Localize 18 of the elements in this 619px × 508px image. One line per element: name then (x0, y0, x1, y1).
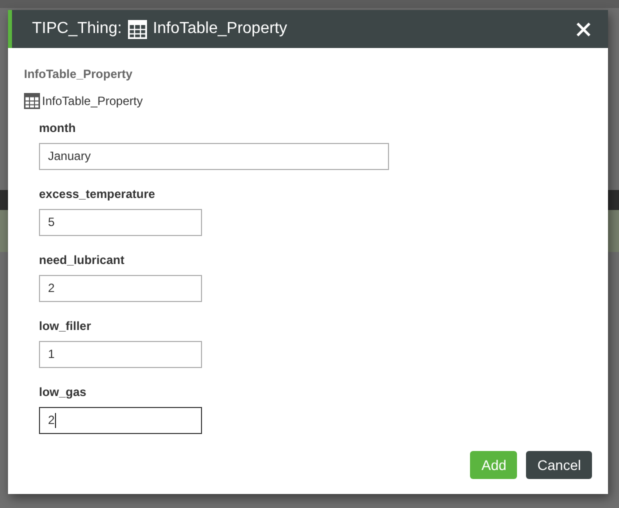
input-field[interactable]: 5 (39, 209, 202, 236)
input-field[interactable]: 1 (39, 341, 202, 368)
field-label: month (39, 121, 77, 135)
cancel-button[interactable]: Cancel (526, 451, 592, 479)
field-label: excess_temperature (39, 187, 156, 201)
dialog-title-prefix: TIPC_Thing: (32, 20, 122, 38)
tree-item[interactable]: InfoTable_Property (42, 94, 143, 108)
table-icon (128, 20, 147, 38)
table-icon (24, 93, 40, 109)
input-field[interactable]: January (39, 143, 389, 170)
input-field[interactable]: 2 (39, 407, 202, 434)
field-label: low_gas (39, 385, 88, 399)
dialog-title: InfoTable_Property (152, 20, 288, 38)
field-label: low_filler (39, 319, 92, 333)
section-title: InfoTable_Property (24, 67, 134, 81)
close-button[interactable] (574, 20, 592, 38)
input-field[interactable]: 2 (39, 275, 202, 302)
field-label: need_lubricant (39, 253, 126, 267)
